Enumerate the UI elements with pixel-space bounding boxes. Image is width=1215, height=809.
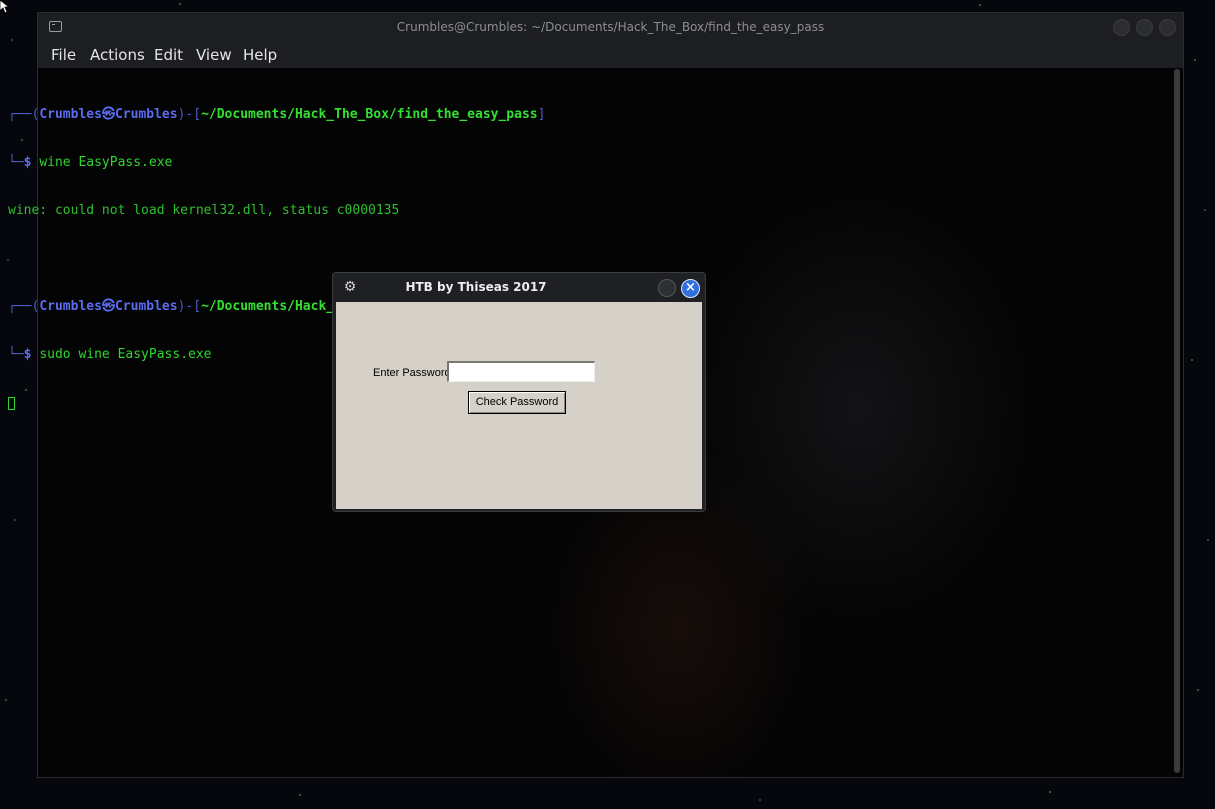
close-button[interactable]	[1159, 19, 1176, 36]
menu-edit[interactable]: Edit	[154, 46, 183, 64]
dialog-body: Enter Password Check Password	[336, 302, 702, 509]
prompt-path: ~/Documents/Hack_The_Box/find_the_easy_p…	[201, 107, 538, 122]
dialog-titlebar[interactable]: ⚙ HTB by Thiseas 2017 ×	[333, 273, 705, 302]
prompt-host: Crumbles	[114, 107, 178, 122]
minimize-button[interactable]	[1113, 19, 1130, 36]
terminal-titlebar[interactable]: Crumbles@Crumbles: ~/Documents/Hack_The_…	[38, 13, 1183, 42]
password-label: Enter Password	[373, 367, 451, 379]
check-password-button[interactable]: Check Password	[468, 391, 566, 414]
error-output: wine: could not load kernel32.dll, statu…	[8, 203, 400, 218]
wine-dialog: ⚙ HTB by Thiseas 2017 × Enter Password C…	[332, 272, 706, 512]
prompt-user: Crumbles	[39, 299, 102, 314]
menubar: File Actions Edit View Help	[38, 42, 1183, 68]
terminal-scrollbar[interactable]	[1174, 69, 1180, 773]
menu-help[interactable]: Help	[243, 46, 277, 64]
dialog-title: HTB by Thiseas 2017	[405, 280, 547, 294]
prompt-host: Crumbles	[114, 299, 178, 314]
maximize-button[interactable]	[1136, 19, 1153, 36]
terminal-title: Crumbles@Crumbles: ~/Documents/Hack_The_…	[396, 20, 825, 34]
dialog-minimize-button[interactable]	[658, 279, 676, 297]
mouse-cursor-icon	[0, 0, 10, 14]
close-icon: ×	[685, 280, 696, 295]
menu-actions[interactable]: Actions	[90, 46, 145, 64]
password-input[interactable]	[447, 361, 595, 382]
terminal-cursor	[8, 397, 15, 410]
menu-view[interactable]: View	[196, 46, 232, 64]
output-line: wine: could not load kernel32.dll, statu…	[8, 203, 545, 219]
command-text: sudo wine EasyPass.exe	[39, 347, 212, 362]
command-text: wine EasyPass.exe	[39, 155, 173, 170]
prompt-user: Crumbles	[39, 107, 102, 122]
prompt-line: ┌──(Crumbles㉿Crumbles)-[~/Documents/Hack…	[8, 107, 546, 122]
command-line: └─$ wine EasyPass.exe	[8, 155, 173, 170]
dialog-close-button[interactable]: ×	[681, 279, 700, 298]
menu-file[interactable]: File	[51, 46, 76, 64]
